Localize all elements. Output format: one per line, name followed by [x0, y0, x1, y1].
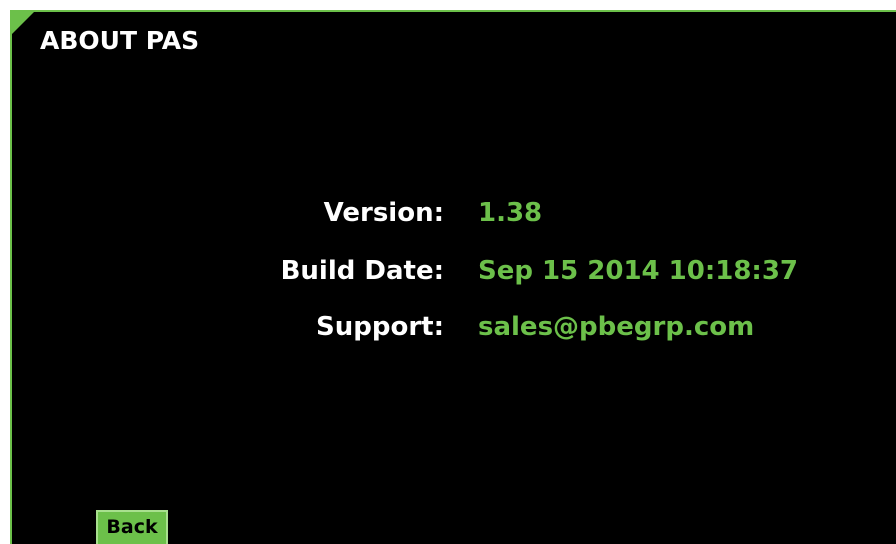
- version-value: 1.38: [478, 198, 543, 228]
- corner-accent: [10, 10, 36, 36]
- build-date-row: Build Date: Sep 15 2014 10:18:37: [0, 256, 896, 296]
- support-row: Support: sales@pbegrp.com: [0, 312, 896, 352]
- build-date-label: Build Date:: [280, 256, 444, 286]
- page-title: ABOUT PAS: [40, 26, 200, 55]
- support-email: sales@pbegrp.com: [478, 312, 755, 342]
- back-button[interactable]: Back: [96, 510, 168, 544]
- version-row: Version: 1.38: [0, 198, 896, 238]
- support-label: Support:: [316, 312, 444, 342]
- version-label: Version:: [323, 198, 444, 228]
- build-date-value: Sep 15 2014 10:18:37: [478, 256, 799, 286]
